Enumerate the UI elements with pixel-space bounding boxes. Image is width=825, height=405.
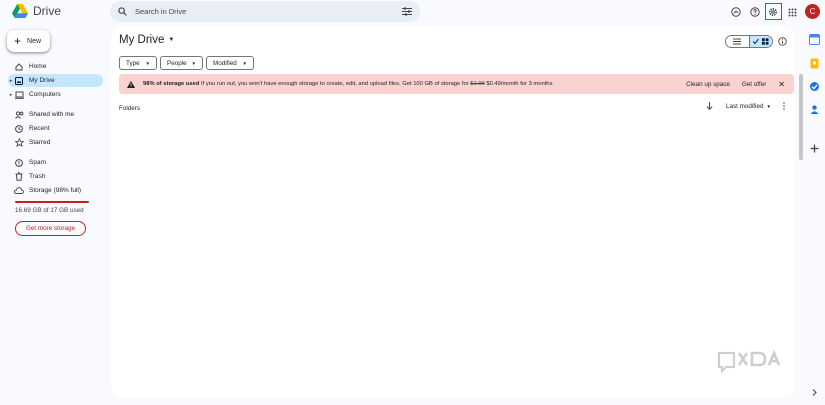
banner-message: 98% of storage used If you run out, you … [143,81,686,87]
sidebar-item-my-drive[interactable]: ▸ My Drive [8,74,103,87]
clock-icon [14,124,24,133]
search-input[interactable]: Search in Drive [135,7,402,16]
chevron-down-icon: ▼ [168,37,175,43]
offline-status-icon[interactable] [729,5,743,19]
sidebar-item-home[interactable]: Home [8,60,103,73]
clean-up-space-button[interactable]: Clean up space [686,81,730,88]
grid-view-icon [752,38,769,45]
search-bar[interactable]: Search in Drive [110,1,420,22]
storage-warning-banner: 98% of storage used If you run out, you … [119,74,794,94]
dropdown-arrow-icon: ▼ [191,60,196,66]
drive-logo[interactable]: Drive [12,4,61,18]
filter-modified[interactable]: Modified ▼ [206,56,254,70]
keep-icon[interactable] [809,58,820,69]
sidebar-item-label: Home [29,63,47,70]
home-icon [14,62,24,71]
sidebar-item-label: Storage (98% full) [29,187,82,194]
close-icon[interactable]: ✕ [778,80,785,89]
filter-type[interactable]: Type ▼ [119,56,157,70]
sort-direction-icon[interactable] [706,102,713,110]
sidebar-item-label: Shared with me [29,111,75,118]
banner-bold-text: 98% of storage used [143,81,200,87]
star-icon [14,138,24,147]
page-title[interactable]: My Drive ▼ [119,34,174,46]
calendar-icon[interactable] [809,34,820,45]
list-view-button[interactable] [726,36,749,47]
sidebar-item-label: Trash [29,173,46,180]
storage-used-text: 16.69 GB of 17 GB used [15,207,84,214]
my-drive-icon [14,76,24,85]
filter-people[interactable]: People ▼ [160,56,203,70]
spam-icon [14,158,24,167]
search-icon[interactable] [118,7,127,16]
get-more-storage-button[interactable]: Get more storage [15,221,86,236]
apps-grid-icon[interactable] [785,5,799,19]
xda-watermark-logo [716,350,794,374]
more-options-icon[interactable] [782,102,786,110]
sidebar-item-storage[interactable]: Storage (98% full) [8,184,103,197]
plus-icon: + [14,34,22,48]
page-title-text: My Drive [119,34,165,46]
scrollbar[interactable] [799,74,803,160]
new-button-label: New [27,37,42,45]
warning-icon [127,80,135,88]
get-offer-button[interactable]: Get offer [742,81,766,88]
sidebar-item-label: Recent [29,125,50,132]
view-toggle[interactable] [725,35,773,48]
sidebar-item-recent[interactable]: Recent [8,122,103,135]
sidebar-item-spam[interactable]: Spam [8,156,103,169]
sidebar-item-label: Computers [29,91,61,98]
cloud-icon [14,187,24,194]
sidebar-item-computers[interactable]: ▸ Computers [8,88,103,101]
sort-dropdown[interactable]: Last modified ▼ [726,103,771,110]
dropdown-arrow-icon: ▼ [145,60,150,66]
avatar[interactable]: C [805,4,820,19]
filter-label: Type [126,59,140,67]
banner-text-2: $0.49/month for 3 months. [484,81,555,87]
drive-logo-icon [12,4,28,18]
help-icon[interactable] [748,5,762,19]
app-name: Drive [33,4,62,18]
list-view-icon [733,38,742,45]
add-icon[interactable] [809,143,820,154]
filter-label: People [167,59,187,67]
banner-text: If you run out, you won't have enough st… [199,81,471,87]
new-button[interactable]: + New [7,30,50,52]
sidebar-item-label: Spam [29,159,46,166]
grid-view-button[interactable] [748,36,772,47]
sidebar-item-label: Starred [29,139,51,146]
filter-label: Modified [213,59,237,67]
contacts-icon[interactable] [809,104,820,115]
storage-progress-bar [15,201,89,203]
sort-label: Last modified [726,103,764,110]
dropdown-arrow-icon: ▼ [242,60,247,66]
search-options-icon[interactable] [402,7,412,16]
info-icon[interactable] [778,37,787,46]
chevron-right-icon[interactable] [812,389,817,396]
dropdown-arrow-icon: ▼ [766,104,771,109]
trash-icon [14,172,24,181]
sidebar-item-starred[interactable]: Starred [8,136,103,149]
sidebar-item-label: My Drive [29,77,55,84]
shared-icon [14,110,24,119]
computers-icon [14,91,24,99]
tasks-icon[interactable] [809,81,820,92]
sidebar-item-trash[interactable]: Trash [8,170,103,183]
gear-icon[interactable] [766,5,780,19]
folders-section-label: Folders [119,105,140,112]
banner-old-price: $1.99 [470,81,485,87]
sidebar-item-shared[interactable]: Shared with me [8,108,103,121]
